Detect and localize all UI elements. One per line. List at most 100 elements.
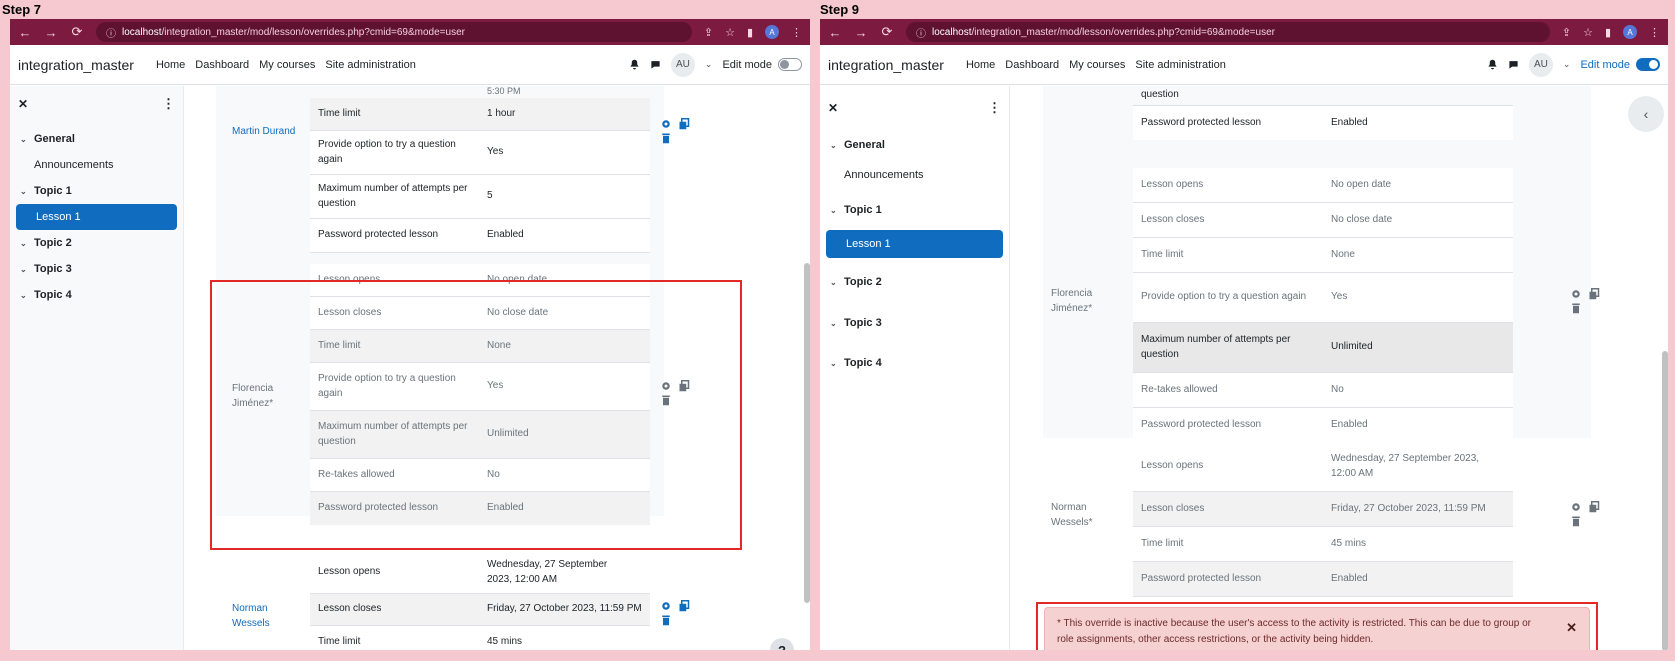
section-label: General xyxy=(34,133,75,145)
section-topic-3[interactable]: ⌄ Topic 3 xyxy=(824,306,1005,340)
gear-icon[interactable] xyxy=(1570,288,1582,300)
section-general[interactable]: ⌄ General xyxy=(824,130,1005,160)
value-cell: Friday, 27 October 2023, 11:59 PM xyxy=(487,603,642,615)
bell-icon[interactable] xyxy=(1487,59,1498,70)
reload-icon[interactable]: ⟳ xyxy=(70,24,84,40)
browser-menu-icon[interactable]: ⋮ xyxy=(791,26,802,39)
chevron-down-icon[interactable]: ⌄ xyxy=(20,265,28,274)
gear-icon[interactable] xyxy=(660,600,672,612)
scrollbar[interactable] xyxy=(804,263,810,603)
user-name-florencia-jimenez[interactable]: Florencia Jiménez* xyxy=(1051,287,1111,316)
help-button[interactable]: ? xyxy=(770,638,794,650)
item-announcements[interactable]: Announcements xyxy=(14,152,179,178)
nav-my-courses[interactable]: My courses xyxy=(1069,59,1125,71)
trash-icon[interactable] xyxy=(1570,515,1582,527)
nav-site-administration[interactable]: Site administration xyxy=(325,59,416,71)
table-row: Password protected lesson Enabled xyxy=(310,219,650,253)
nav-my-courses[interactable]: My courses xyxy=(259,59,315,71)
forward-arrow-icon[interactable]: → xyxy=(854,25,868,40)
star-icon[interactable]: ☆ xyxy=(1583,26,1593,39)
trash-icon[interactable] xyxy=(660,132,672,144)
browser-toolbar: ← → ⟳ ⓘ localhost/integration_master/mod… xyxy=(10,19,810,45)
chevron-down-icon[interactable]: ⌄ xyxy=(20,135,28,144)
label-cell: Password protected lesson xyxy=(318,229,439,241)
info-icon[interactable]: ⓘ xyxy=(106,25,116,40)
star-icon[interactable]: ☆ xyxy=(725,26,735,39)
nav-site-administration[interactable]: Site administration xyxy=(1135,59,1226,71)
sidebar-icon[interactable]: ▮ xyxy=(747,26,753,39)
user-avatar[interactable]: AU xyxy=(670,52,695,77)
nav-dashboard[interactable]: Dashboard xyxy=(1005,59,1059,71)
chevron-down-icon[interactable]: ⌄ xyxy=(705,59,713,70)
copy-icon[interactable] xyxy=(1588,288,1600,300)
nav-home[interactable]: Home xyxy=(156,59,185,71)
section-topic-4[interactable]: ⌄ Topic 4 xyxy=(14,282,179,308)
kebab-menu-icon[interactable]: ⋮ xyxy=(162,96,175,112)
chevron-down-icon[interactable]: ⌄ xyxy=(830,319,838,328)
section-topic-4[interactable]: ⌄ Topic 4 xyxy=(824,340,1005,386)
item-announcements[interactable]: Announcements xyxy=(824,160,1005,190)
table-row: Time limit 45 mins xyxy=(1133,527,1513,562)
section-label: Topic 1 xyxy=(844,204,882,216)
user-link-norman-wessels[interactable]: Norman Wessels xyxy=(232,602,282,631)
edit-mode-switch[interactable]: Edit mode xyxy=(1580,58,1660,71)
site-name[interactable]: integration_master xyxy=(828,57,944,73)
chat-icon[interactable] xyxy=(650,59,661,70)
address-bar[interactable]: ⓘ localhost/integration_master/mod/lesso… xyxy=(906,22,1550,42)
profile-avatar-icon[interactable]: A xyxy=(1623,25,1637,39)
browser-menu-icon[interactable]: ⋮ xyxy=(1649,26,1660,39)
chevron-down-icon[interactable]: ⌄ xyxy=(830,206,838,215)
share-icon[interactable]: ⇪ xyxy=(1562,26,1571,39)
copy-icon[interactable] xyxy=(678,600,690,612)
chevron-down-icon[interactable]: ⌄ xyxy=(830,141,838,150)
info-icon[interactable]: ⓘ xyxy=(916,25,926,40)
chevron-down-icon[interactable]: ⌄ xyxy=(20,291,28,300)
reload-icon[interactable]: ⟳ xyxy=(880,24,894,40)
back-arrow-icon[interactable]: ← xyxy=(828,25,842,40)
close-icon[interactable]: ✕ xyxy=(828,101,838,115)
section-topic-2[interactable]: ⌄ Topic 2 xyxy=(824,258,1005,306)
share-icon[interactable]: ⇪ xyxy=(704,26,713,39)
bell-icon[interactable] xyxy=(629,59,640,70)
section-topic-1[interactable]: ⌄ Topic 1 xyxy=(14,178,179,204)
chevron-down-icon[interactable]: ⌄ xyxy=(830,359,838,368)
user-link-martin-durand[interactable]: Martin Durand xyxy=(232,125,295,140)
chevron-down-icon[interactable]: ⌄ xyxy=(830,278,838,287)
gear-icon[interactable] xyxy=(1570,501,1582,513)
back-arrow-icon[interactable]: ← xyxy=(18,25,32,40)
kebab-menu-icon[interactable]: ⋮ xyxy=(988,100,1001,116)
section-topic-3[interactable]: ⌄ Topic 3 xyxy=(14,256,179,282)
chevron-down-icon[interactable]: ⌄ xyxy=(20,187,28,196)
close-icon[interactable]: ✕ xyxy=(1566,618,1577,638)
site-name[interactable]: integration_master xyxy=(18,57,134,73)
gear-icon[interactable] xyxy=(660,118,672,130)
section-general[interactable]: ⌄ General xyxy=(14,126,179,152)
address-bar[interactable]: ⓘ localhost/integration_master/mod/lesso… xyxy=(96,22,692,42)
section-topic-1[interactable]: ⌄ Topic 1 xyxy=(824,190,1005,230)
trash-icon[interactable] xyxy=(1570,302,1582,314)
edit-mode-switch[interactable]: Edit mode xyxy=(722,58,802,71)
nav-dashboard[interactable]: Dashboard xyxy=(195,59,249,71)
chat-icon[interactable] xyxy=(1508,59,1519,70)
user-name-norman-wessels[interactable]: Norman Wessels* xyxy=(1051,501,1101,530)
item-lesson-1[interactable]: Lesson 1 xyxy=(826,230,1003,258)
item-lesson-1[interactable]: Lesson 1 xyxy=(16,204,177,230)
nav-home[interactable]: Home xyxy=(966,59,995,71)
chevron-down-icon[interactable]: ⌄ xyxy=(20,239,28,248)
chevron-down-icon[interactable]: ⌄ xyxy=(1563,59,1571,70)
url-host: localhost xyxy=(932,26,972,38)
block-drawer-toggle-button[interactable]: ‹ xyxy=(1628,96,1664,132)
user-avatar[interactable]: AU xyxy=(1528,52,1553,77)
close-icon[interactable]: ✕ xyxy=(18,97,28,111)
edit-mode-toggle[interactable] xyxy=(778,58,802,71)
trash-icon[interactable] xyxy=(660,614,672,626)
sidebar-icon[interactable]: ▮ xyxy=(1605,26,1611,39)
value-cell: Wednesday, 27 September 2023, 12:00 AM xyxy=(1331,453,1480,479)
section-topic-2[interactable]: ⌄ Topic 2 xyxy=(14,230,179,256)
copy-icon[interactable] xyxy=(678,118,690,130)
edit-mode-toggle[interactable] xyxy=(1636,58,1660,71)
copy-icon[interactable] xyxy=(1588,501,1600,513)
scrollbar[interactable] xyxy=(1662,351,1668,650)
profile-avatar-icon[interactable]: A xyxy=(765,25,779,39)
forward-arrow-icon[interactable]: → xyxy=(44,25,58,40)
